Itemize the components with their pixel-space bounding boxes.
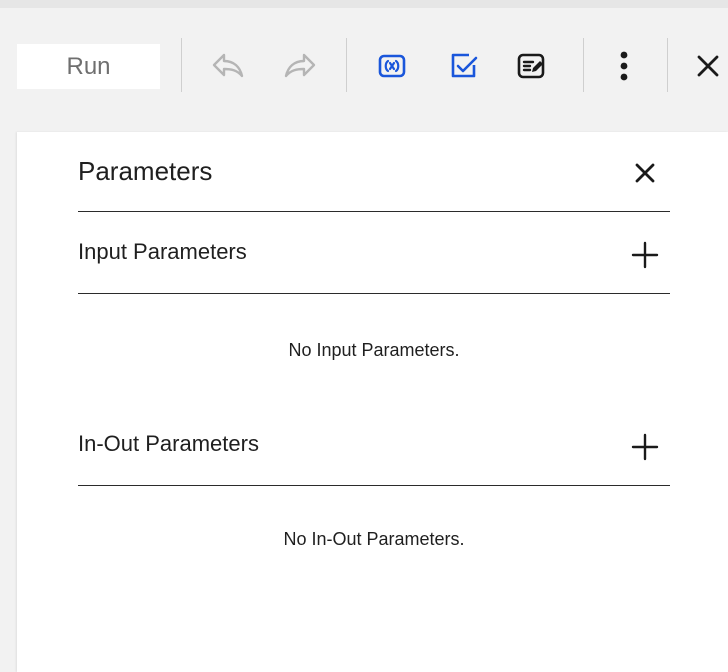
edit-script-icon[interactable] — [512, 46, 552, 86]
run-button[interactable]: Run — [17, 44, 160, 89]
toolbar-separator — [667, 38, 668, 92]
toolbar-separator — [583, 38, 584, 92]
panel-header: Parameters — [78, 132, 670, 212]
undo-icon[interactable] — [208, 46, 248, 86]
parameters-panel: Parameters Input Parameters No Input Par… — [17, 132, 728, 672]
add-inout-parameter-button[interactable] — [628, 430, 662, 464]
add-input-parameter-button[interactable] — [628, 238, 662, 272]
section-title: In-Out Parameters — [78, 431, 259, 456]
section-title: Input Parameters — [78, 239, 247, 264]
validate-checkbox-icon[interactable] — [444, 46, 484, 86]
redo-icon[interactable] — [280, 46, 320, 86]
toolbar: Run — [0, 8, 728, 122]
toolbar-separator — [346, 38, 347, 92]
section-header-input: Input Parameters — [78, 212, 670, 294]
toolbar-separator — [181, 38, 182, 92]
empty-message: No In-Out Parameters. — [283, 529, 465, 549]
plus-icon — [631, 433, 659, 461]
plus-icon — [631, 241, 659, 269]
empty-message: No Input Parameters. — [288, 340, 460, 360]
more-vertical-icon[interactable] — [604, 46, 644, 86]
close-icon — [635, 163, 655, 183]
close-icon[interactable] — [688, 46, 728, 86]
panel-title: Parameters — [78, 156, 213, 186]
section-header-inout: In-Out Parameters — [78, 404, 670, 486]
variables-icon[interactable] — [372, 46, 412, 86]
window-top-border — [0, 0, 728, 8]
close-panel-button[interactable] — [628, 156, 662, 190]
